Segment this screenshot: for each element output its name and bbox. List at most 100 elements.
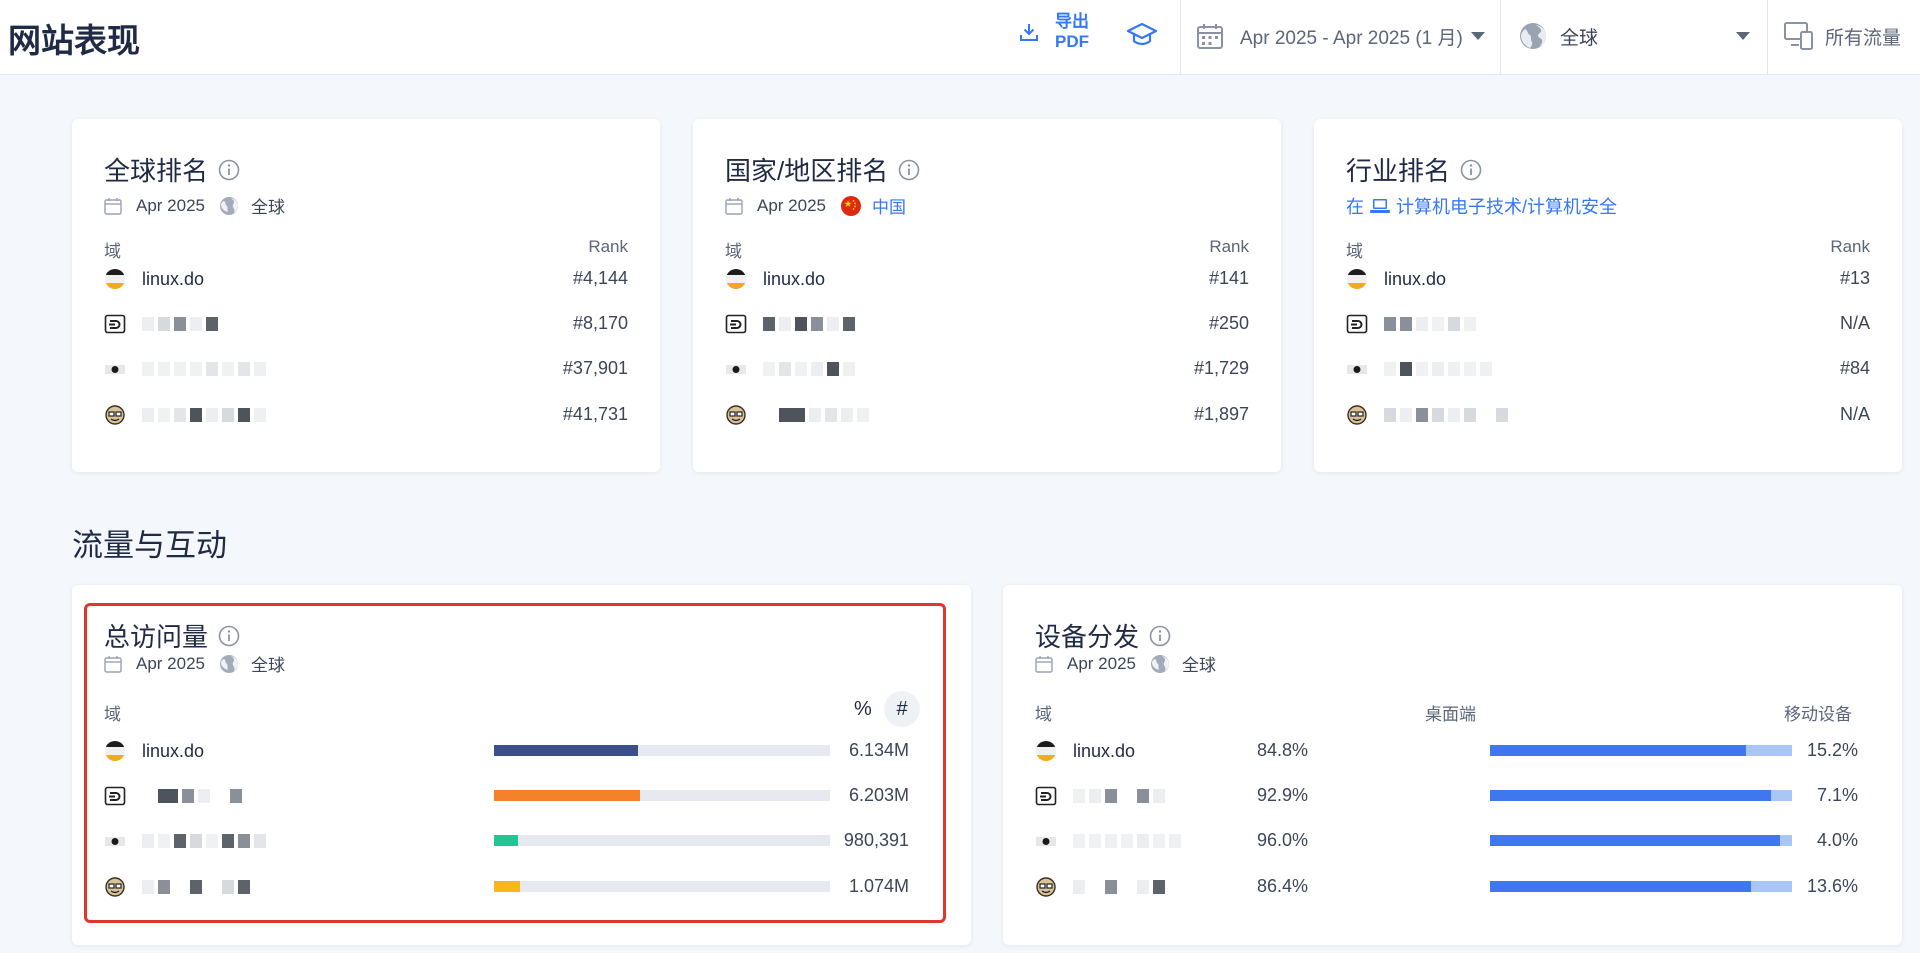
globe-icon	[1520, 23, 1546, 49]
site-favicon-icon	[104, 314, 126, 334]
column-header-rank: Rank	[588, 237, 628, 256]
domain-name[interactable]: linux.do	[763, 269, 825, 290]
devices-icon	[1784, 22, 1813, 50]
industry-link[interactable]: 在 计算机电子技术/计算机安全	[1346, 193, 1617, 219]
desktop-share-value: 96.0%	[1256, 830, 1308, 850]
calendar-icon	[1035, 655, 1053, 673]
table-row[interactable]	[1035, 826, 1185, 856]
mobile-share-value: 15.2%	[1806, 740, 1858, 760]
rank-value: #1,897	[1193, 404, 1249, 424]
rank-value: #250	[1208, 313, 1249, 333]
export-label: 导出 PDF	[1055, 12, 1089, 51]
table-row[interactable]: linux.do	[725, 264, 825, 294]
globe-icon	[1151, 654, 1169, 673]
table-row[interactable]	[1346, 354, 1496, 384]
divider	[1767, 0, 1768, 75]
geo-label: 全球	[1182, 656, 1216, 675]
blurred-domain-name	[1384, 317, 1480, 331]
site-favicon-icon	[725, 314, 747, 334]
device-distribution-card: 设备分发 Apr 2025 全球 域 桌面端 移动设备 linux.do 84.…	[1003, 585, 1902, 945]
column-header-desktop: 桌面端	[1425, 705, 1476, 724]
site-favicon-icon	[726, 365, 746, 374]
mobile-bar	[1746, 745, 1792, 756]
card-meta: 在 计算机电子技术/计算机安全	[1346, 193, 1617, 219]
geo-dropdown[interactable]: 全球	[1518, 18, 1750, 54]
site-favicon-icon	[726, 405, 746, 425]
info-icon[interactable]	[218, 159, 240, 181]
card-title: 行业排名	[1346, 151, 1482, 188]
domain-name[interactable]: linux.do	[1073, 741, 1135, 762]
blurred-domain-name	[142, 317, 222, 331]
table-row[interactable]: linux.do	[1035, 736, 1135, 766]
info-icon[interactable]	[1149, 625, 1171, 647]
site-favicon-icon	[105, 365, 125, 374]
table-row[interactable]: linux.do	[104, 264, 204, 294]
table-row[interactable]	[1346, 400, 1512, 430]
column-header-mobile: 移动设备	[1784, 705, 1852, 724]
traffic-value: 所有流量	[1825, 27, 1902, 49]
calendar-icon	[104, 197, 122, 215]
table-row[interactable]	[725, 400, 873, 430]
export-pdf-button[interactable]: 导出 PDF	[1018, 10, 1092, 54]
graduation-cap-icon[interactable]	[1126, 19, 1158, 51]
site-favicon-icon	[1347, 365, 1367, 374]
column-header-rank: Rank	[1209, 237, 1249, 256]
divider	[1500, 0, 1501, 75]
column-header-domain: 域	[1035, 705, 1052, 724]
desktop-share-value: 86.4%	[1256, 876, 1308, 896]
highlight-box	[84, 603, 946, 923]
blurred-domain-name	[142, 362, 270, 376]
device-split-bar	[1490, 881, 1792, 892]
desktop-bar	[1490, 881, 1751, 892]
industry-rank-card: 行业排名 在 计算机电子技术/计算机安全 域 Rank linux.do #13…	[1314, 119, 1902, 472]
site-favicon-icon	[1035, 786, 1057, 806]
chevron-down-icon	[1470, 32, 1485, 40]
blurred-domain-name	[1384, 408, 1512, 422]
domain-name[interactable]: linux.do	[1384, 269, 1446, 290]
rank-value: N/A	[1839, 313, 1870, 333]
mobile-bar	[1779, 835, 1792, 846]
rank-value: #84	[1839, 358, 1870, 378]
site-favicon-icon	[105, 405, 125, 425]
desktop-share-value: 92.9%	[1256, 785, 1308, 805]
linux-do-favicon-icon	[1347, 269, 1367, 289]
date-label: Apr 2025	[1067, 653, 1136, 673]
chevron-down-icon	[1736, 32, 1750, 40]
linux-do-favicon-icon	[105, 269, 125, 289]
table-row[interactable]	[1035, 781, 1169, 811]
country-link[interactable]: 中国	[872, 193, 906, 218]
info-icon[interactable]	[1460, 159, 1482, 181]
mobile-share-value: 4.0%	[1816, 830, 1858, 850]
table-row[interactable]	[1035, 872, 1169, 902]
column-header-domain: 域	[1346, 242, 1363, 261]
card-meta: Apr 2025 全球	[104, 193, 285, 218]
rank-value: #41,731	[562, 404, 628, 424]
device-split-bar	[1490, 835, 1792, 846]
table-row[interactable]	[104, 400, 270, 430]
desktop-bar	[1490, 745, 1747, 756]
mobile-share-value: 7.1%	[1816, 785, 1858, 805]
card-meta: Apr 2025 中国	[725, 193, 906, 218]
domain-name[interactable]: linux.do	[142, 269, 204, 290]
blurred-domain-name	[1073, 789, 1169, 803]
rank-value: #141	[1208, 268, 1249, 288]
site-favicon-icon	[1346, 314, 1368, 334]
table-row[interactable]	[104, 354, 270, 384]
date-range-dropdown[interactable]: Apr 2025 - Apr 2025 (1 月)	[1196, 18, 1485, 54]
page-title: 网站表现	[8, 22, 140, 59]
traffic-type-dropdown[interactable]: 所有流量	[1783, 18, 1901, 54]
table-row[interactable]: linux.do	[1346, 264, 1446, 294]
table-row[interactable]	[725, 354, 859, 384]
desktop-share-value: 84.8%	[1256, 740, 1308, 760]
calendar-icon	[725, 197, 743, 215]
info-icon[interactable]	[898, 159, 920, 181]
section-title: 流量与互动	[72, 528, 227, 563]
column-header-domain: 域	[104, 242, 121, 261]
table-row[interactable]	[725, 309, 859, 339]
table-row[interactable]	[104, 309, 222, 339]
geo-value: 全球	[1560, 27, 1599, 49]
table-row[interactable]	[1346, 309, 1480, 339]
laptop-icon	[1370, 199, 1390, 213]
rank-value: N/A	[1839, 404, 1870, 424]
device-split-bar	[1490, 745, 1792, 756]
